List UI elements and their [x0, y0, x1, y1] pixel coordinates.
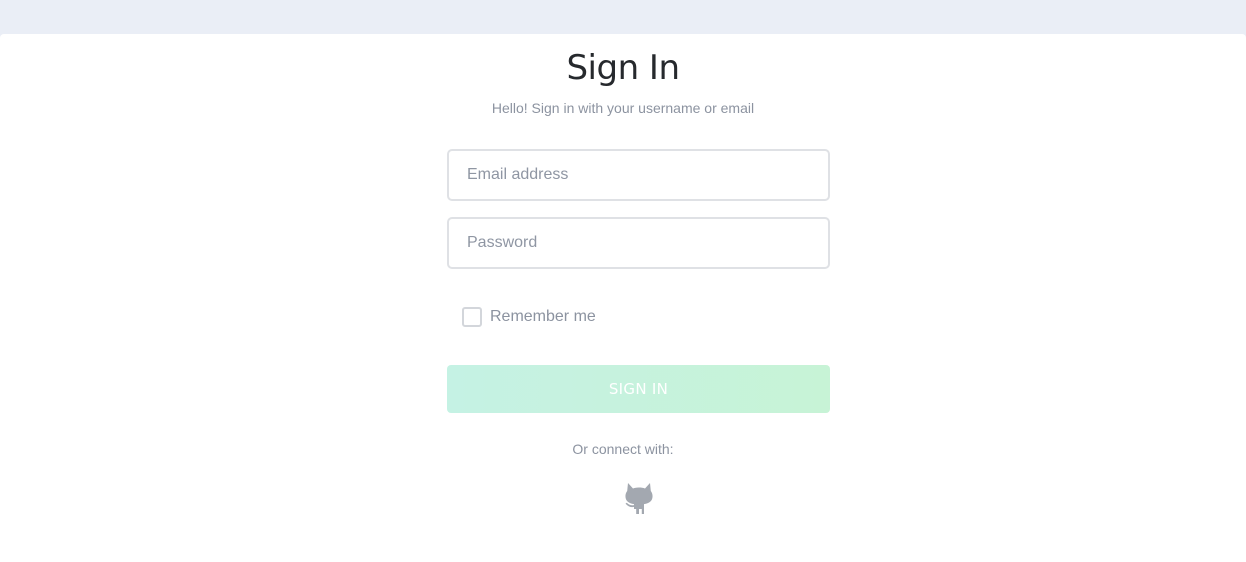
page-subtitle: Hello! Sign in with your username or ema… [491, 100, 755, 116]
checkbox-box[interactable] [462, 307, 482, 327]
page-title: Sign In [566, 48, 680, 88]
remember-me-checkbox[interactable]: Remember me [462, 307, 596, 327]
connect-with-label: Or connect with: [572, 441, 674, 457]
signin-card: Sign In Hello! Sign in with your usernam… [0, 34, 1246, 562]
email-field[interactable] [447, 149, 830, 201]
sign-in-button[interactable]: SIGN IN [447, 365, 830, 413]
password-field[interactable] [447, 217, 830, 269]
remember-me-label: Remember me [490, 308, 596, 325]
github-icon[interactable] [622, 480, 656, 514]
